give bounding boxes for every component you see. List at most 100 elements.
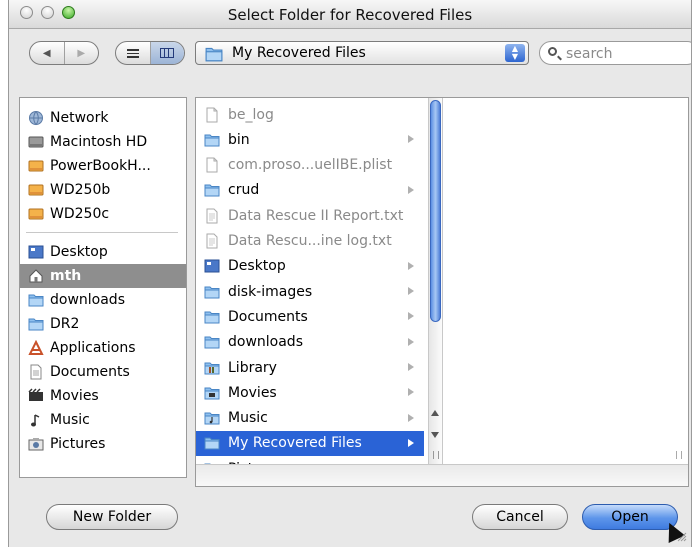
sidebar-item-label: DR2	[50, 316, 80, 332]
sidebar-item-place[interactable]: DR2	[20, 312, 186, 336]
search-input[interactable]	[564, 44, 688, 64]
column-browser: be_logbin com.proso...uelIBE.plist crud Dat…	[195, 97, 689, 487]
disclosure-arrow-icon	[408, 287, 414, 296]
external-drive-icon	[28, 206, 44, 222]
browser-item-label: Data Rescu...ine log.txt	[228, 233, 392, 249]
browser-item[interactable]: crud	[196, 178, 424, 203]
sidebar-item-place[interactable]: Pictures	[20, 432, 186, 456]
horizontal-scrollbar[interactable]	[196, 464, 688, 486]
folder-chooser-window: Select Folder for Recovered Files ◀ ▶ My…	[8, 0, 692, 547]
browser-item-label: downloads	[228, 334, 303, 351]
movies-icon	[28, 388, 43, 401]
browser-item[interactable]: be_log	[196, 102, 424, 127]
disclosure-arrow-icon	[408, 413, 414, 422]
scroll-up-arrow-icon[interactable]	[431, 410, 439, 416]
search-icon	[548, 47, 557, 56]
folder-icon	[205, 47, 223, 62]
browser-item[interactable]: Data Rescue II Report.txt	[196, 203, 424, 228]
browser-item[interactable]: Documents	[196, 304, 424, 329]
sidebar-item-label: Documents	[50, 364, 130, 380]
sidebar-item-label: Movies	[50, 388, 99, 404]
browser-item-label: Desktop	[228, 258, 286, 275]
sidebar-item-place[interactable]: Desktop	[20, 240, 186, 264]
column-view-icon	[160, 48, 175, 58]
browser-item-label: Library	[228, 359, 277, 376]
library-icon	[204, 360, 220, 376]
folder-icon	[204, 284, 220, 300]
location-popup[interactable]: My Recovered Files ▲ ▼	[195, 41, 529, 65]
file-icon	[204, 208, 220, 224]
sidebar-item-device[interactable]: WD250b	[20, 178, 186, 202]
browser-item[interactable]: bin	[196, 127, 424, 152]
column-view-button[interactable]	[149, 42, 184, 64]
scrollbar-thumb[interactable]	[430, 100, 441, 322]
browser-item[interactable]: downloads	[196, 330, 424, 355]
back-button[interactable]: ◀	[30, 42, 64, 64]
desktop-icon	[28, 244, 44, 260]
sidebar-item-device[interactable]: WD250c	[20, 202, 186, 226]
disclosure-arrow-icon	[408, 337, 414, 346]
sidebar-item-device[interactable]: PowerBookH...	[20, 154, 186, 178]
browser-item-label: Movies	[228, 384, 277, 401]
list-view-button[interactable]	[116, 42, 150, 64]
browser-item[interactable]: Library	[196, 355, 424, 380]
browser-item-label: com.proso...uelIBE.plist	[228, 157, 393, 174]
search-field[interactable]	[539, 41, 691, 65]
list-view-icon	[126, 48, 139, 58]
column-resize-grip[interactable]	[433, 451, 439, 459]
folder-icon	[28, 292, 44, 308]
forward-button[interactable]: ▶	[63, 42, 99, 64]
sidebar-item-device[interactable]: Network	[20, 106, 186, 130]
disclosure-arrow-icon	[408, 261, 414, 270]
sidebar-item-label: Music	[50, 412, 90, 428]
browser-item-label: Music	[228, 410, 268, 427]
new-folder-button[interactable]: New Folder	[46, 504, 178, 530]
music-folder-icon	[204, 410, 220, 426]
column-resize-grip[interactable]	[676, 451, 682, 459]
hard-drive-icon	[28, 134, 44, 150]
disclosure-arrow-icon	[408, 388, 414, 397]
location-label: My Recovered Files	[232, 45, 366, 61]
file-icon	[204, 157, 220, 173]
home-icon	[29, 269, 43, 283]
sidebar-item-place[interactable]: Movies	[20, 384, 186, 408]
music-icon	[31, 414, 40, 427]
sidebar-divider	[26, 232, 178, 233]
popup-arrows-icon: ▲ ▼	[505, 44, 525, 62]
browser-item-label: be_log	[228, 106, 274, 123]
browser-item-label: Documents	[228, 308, 308, 325]
back-arrow-icon: ◀	[42, 47, 51, 59]
pictures-icon	[28, 438, 44, 451]
disclosure-arrow-icon	[408, 135, 414, 144]
sidebar-item-place[interactable]: Documents	[20, 360, 186, 384]
sidebar-item-place[interactable]: mth	[20, 264, 186, 288]
browser-item[interactable]: Desktop	[196, 254, 424, 279]
column-scrollbar[interactable]	[428, 98, 443, 478]
disclosure-arrow-icon	[408, 312, 414, 321]
browser-item-label: bin	[228, 131, 250, 148]
browser-item-label: crud	[228, 182, 260, 199]
sidebar-item-place[interactable]: downloads	[20, 288, 186, 312]
sidebar-item-label: Pictures	[50, 436, 106, 452]
scroll-down-arrow-icon[interactable]	[431, 432, 439, 438]
sidebar-item-label: mth	[50, 268, 82, 284]
file-icon	[204, 233, 220, 249]
window-title: Select Folder for Recovered Files	[227, 6, 473, 24]
browser-item[interactable]: com.proso...uelIBE.plist	[196, 153, 424, 178]
disclosure-arrow-icon	[408, 185, 414, 194]
browser-item[interactable]: My Recovered Files	[196, 430, 424, 456]
forward-arrow-icon: ▶	[77, 47, 86, 59]
sidebar-item-device[interactable]: Macintosh HD	[20, 130, 186, 154]
disclosure-arrow-icon	[408, 363, 414, 371]
browser-item[interactable]: Music	[196, 406, 424, 431]
sidebar-item-place[interactable]: Music	[20, 408, 186, 432]
browser-column: be_logbin com.proso...uelIBE.plist crud Dat…	[196, 98, 424, 478]
cancel-button[interactable]: Cancel	[472, 504, 568, 530]
browser-item[interactable]: disk-images	[196, 279, 424, 304]
folder-icon	[204, 435, 220, 451]
sidebar-item-label: Network	[50, 110, 109, 126]
resize-grip-icon[interactable]	[677, 532, 687, 542]
browser-item[interactable]: Movies	[196, 380, 424, 405]
sidebar-item-place[interactable]: Applications	[20, 336, 186, 360]
browser-item[interactable]: Data Rescu...ine log.txt	[196, 229, 424, 254]
